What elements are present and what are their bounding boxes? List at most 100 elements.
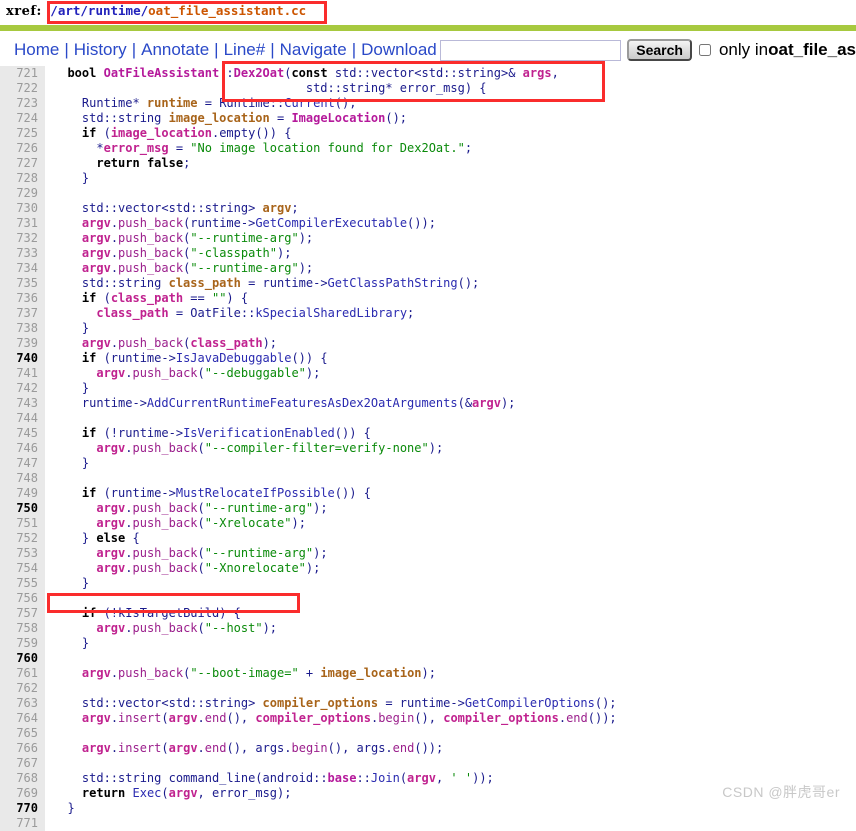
line-number[interactable]: 722 <box>0 81 45 96</box>
code-token: ()); <box>407 216 436 230</box>
line-number[interactable]: 731 <box>0 216 45 231</box>
code-token: . <box>197 711 205 725</box>
line-number[interactable]: 745 <box>0 426 45 441</box>
code-line: 738 } <box>0 321 856 336</box>
line-number[interactable]: 746 <box>0 441 45 456</box>
line-number[interactable]: 735 <box>0 276 45 291</box>
line-number[interactable]: 723 <box>0 96 45 111</box>
code-line: 751 argv.push_back("-Xrelocate"); <box>0 516 856 531</box>
code-token: . <box>110 336 119 350</box>
line-number[interactable]: 760 <box>0 651 45 666</box>
line-number[interactable]: 762 <box>0 681 45 696</box>
line-number[interactable]: 729 <box>0 186 45 201</box>
code-token: compiler_options <box>443 711 559 725</box>
nav-link-download[interactable]: Download <box>361 40 437 60</box>
nav-link-linenumber[interactable]: Line# <box>224 40 266 60</box>
code-token: ); <box>313 501 328 515</box>
code-text: argv.push_back(class_path); <box>45 336 277 351</box>
nav-link-history[interactable]: History <box>74 40 127 60</box>
code-token: compiler_options <box>262 696 379 710</box>
code-token: compiler_options <box>255 711 371 725</box>
line-number[interactable]: 770 <box>0 801 45 816</box>
code-token: push_back <box>132 366 198 380</box>
line-number[interactable]: 766 <box>0 741 45 756</box>
code-token: argv <box>81 741 111 755</box>
line-number[interactable]: 771 <box>0 816 45 831</box>
line-number[interactable]: 768 <box>0 771 45 786</box>
line-number[interactable]: 754 <box>0 561 45 576</box>
code-line: 725 if (image_location.empty()) { <box>0 126 856 141</box>
line-number[interactable]: 757 <box>0 606 45 621</box>
code-line: 771 <box>0 816 856 831</box>
only-in-file-checkbox[interactable] <box>698 44 711 56</box>
line-number[interactable]: 738 <box>0 321 45 336</box>
code-token: . <box>110 666 119 680</box>
search-button[interactable]: Search <box>627 39 692 61</box>
line-number[interactable]: 767 <box>0 756 45 771</box>
code-token: command_line <box>168 771 256 785</box>
line-number[interactable]: 744 <box>0 411 45 426</box>
line-number[interactable]: 756 <box>0 591 45 606</box>
code-token: std::vector<std::string> <box>53 696 263 710</box>
search-input[interactable] <box>439 39 622 61</box>
line-number[interactable]: 752 <box>0 531 45 546</box>
nav-link-home[interactable]: Home <box>14 40 59 60</box>
line-number[interactable]: 747 <box>0 456 45 471</box>
line-number[interactable]: 748 <box>0 471 45 486</box>
xref-filename[interactable]: oat_file_assistant.cc <box>148 3 306 18</box>
line-number[interactable]: 732 <box>0 231 45 246</box>
xref-directory[interactable]: /art/runtime/ <box>50 3 148 18</box>
line-number[interactable]: 727 <box>0 156 45 171</box>
line-number[interactable]: 736 <box>0 291 45 306</box>
code-token: class_path <box>190 336 263 350</box>
line-number[interactable]: 734 <box>0 261 45 276</box>
line-number[interactable]: 750 <box>0 501 45 516</box>
code-token: ); <box>277 786 292 800</box>
code-line: 739 argv.push_back(class_path); <box>0 336 856 351</box>
code-token: if <box>81 606 97 620</box>
nav-link-navigate[interactable]: Navigate <box>280 40 347 60</box>
line-number[interactable]: 751 <box>0 516 45 531</box>
line-number[interactable]: 742 <box>0 381 45 396</box>
line-number[interactable]: 761 <box>0 666 45 681</box>
code-line: 753 argv.push_back("--runtime-arg"); <box>0 546 856 561</box>
line-number[interactable]: 741 <box>0 366 45 381</box>
line-number[interactable]: 728 <box>0 171 45 186</box>
xref-path: /art/runtime/oat_file_assistant.cc <box>50 3 306 18</box>
line-number[interactable]: 749 <box>0 486 45 501</box>
line-number[interactable]: 724 <box>0 111 45 126</box>
code-token: push_back <box>132 621 198 635</box>
code-line: 750 argv.push_back("--runtime-arg"); <box>0 501 856 516</box>
code-token: { <box>125 531 140 545</box>
line-number[interactable]: 726 <box>0 141 45 156</box>
line-number[interactable]: 753 <box>0 546 45 561</box>
line-number[interactable]: 730 <box>0 201 45 216</box>
line-number[interactable]: 737 <box>0 306 45 321</box>
line-number[interactable]: 764 <box>0 711 45 726</box>
line-number[interactable]: 755 <box>0 576 45 591</box>
line-number[interactable]: 769 <box>0 786 45 801</box>
code-line: 755 } <box>0 576 856 591</box>
line-number[interactable]: 733 <box>0 246 45 261</box>
line-number[interactable]: 739 <box>0 336 45 351</box>
code-token: GetClassPathString <box>327 276 458 290</box>
line-number[interactable]: 758 <box>0 621 45 636</box>
code-token: "--debuggable" <box>204 366 306 380</box>
line-number[interactable]: 721 <box>0 66 45 81</box>
code-text: argv.push_back("-Xrelocate"); <box>45 516 306 531</box>
code-token: . <box>110 711 119 725</box>
code-text: bool OatFileAssistant::Dex2Oat(const std… <box>45 66 558 81</box>
line-number[interactable]: 743 <box>0 396 45 411</box>
line-number[interactable]: 725 <box>0 126 45 141</box>
line-number[interactable]: 765 <box>0 726 45 741</box>
line-number[interactable]: 740 <box>0 351 45 366</box>
nav-link-annotate[interactable]: Annotate <box>141 40 209 60</box>
line-number[interactable]: 763 <box>0 696 45 711</box>
code-line: 741 argv.push_back("--debuggable"); <box>0 366 856 381</box>
line-number[interactable]: 759 <box>0 636 45 651</box>
